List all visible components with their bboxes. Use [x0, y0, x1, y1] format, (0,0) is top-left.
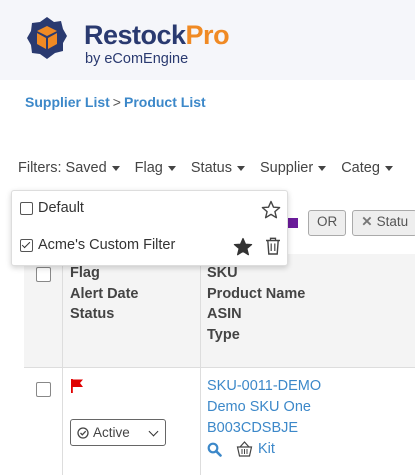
filter-status-label: Status [190, 160, 232, 176]
product-table: Flag Alert Date Status SKU Product Name … [24, 254, 415, 475]
active-filter-chips: OR ✕ Statu [280, 210, 415, 236]
asin-link[interactable]: B003CDSBJE [207, 420, 298, 436]
filter-saved-dropdown[interactable]: Filters: Saved [18, 160, 120, 176]
filter-flag-dropdown[interactable]: Flag [135, 160, 176, 176]
sku-link[interactable]: SKU-0011-DEMO [207, 378, 321, 394]
saved-filter-default-checkbox[interactable] [20, 201, 33, 215]
saved-filter-acme-label: Acme's Custom Filter [38, 237, 176, 253]
check-circle-icon [77, 426, 89, 439]
app-header: RestockPro by eComEngine [0, 0, 415, 80]
caret-down-icon [236, 165, 245, 171]
column-divider [62, 254, 63, 368]
saved-filter-acme-checkbox[interactable] [20, 238, 33, 252]
filter-saved-label: Filters: Saved [18, 160, 107, 176]
filter-category-dropdown[interactable]: Categ [341, 160, 393, 176]
filter-operator-chip[interactable]: OR [308, 210, 347, 236]
header-sku: SKU [207, 265, 238, 281]
table-header-row: Flag Alert Date Status SKU Product Name … [24, 254, 415, 368]
header-status: Status [70, 306, 115, 322]
saved-filters-dropdown: Default Acme's Custom Filter [11, 190, 288, 266]
header-flag: Flag [70, 265, 100, 281]
saved-filter-default-label: Default [38, 200, 84, 216]
column-divider [62, 368, 63, 475]
header-alert-date: Alert Date [70, 285, 139, 302]
header-sku-col[interactable]: SKU Product Name ASIN Type [207, 263, 305, 345]
breadcrumb: Supplier List > Product List [25, 94, 206, 110]
status-select-value: Active [93, 425, 130, 440]
filters-bar: Filters: Saved Flag Status Supplier Cate… [18, 160, 393, 176]
brand-name-main: Restock [84, 20, 186, 50]
filter-flag-label: Flag [134, 160, 163, 176]
row-select-checkbox[interactable] [36, 382, 51, 397]
brand-name: RestockPro [84, 20, 230, 51]
filter-supplier-label: Supplier [259, 160, 314, 176]
caret-down-icon [167, 165, 176, 171]
restockpro-logo-icon [27, 17, 67, 59]
status-filter-chip-label: Statu [376, 214, 409, 229]
header-product-name: Product Name [207, 285, 306, 302]
breadcrumb-supplier-list[interactable]: Supplier List [25, 94, 110, 110]
status-filter-chip[interactable]: ✕ Statu [352, 210, 415, 236]
header-type: Type [207, 326, 240, 343]
star-outline-icon[interactable] [261, 200, 281, 220]
filter-category-label: Categ [341, 160, 380, 176]
type-kit: Kit [236, 441, 275, 457]
star-filled-icon[interactable] [233, 237, 253, 257]
caret-down-icon [318, 165, 327, 171]
brand-name-accent: Pro [185, 20, 230, 50]
header-asin: ASIN [207, 306, 242, 322]
breadcrumb-product-list[interactable]: Product List [124, 94, 206, 110]
header-flag-col[interactable]: Flag Alert Date Status [70, 263, 139, 325]
column-divider [200, 368, 201, 475]
saved-filter-default[interactable]: Default [20, 200, 84, 216]
status-select[interactable]: Active [70, 419, 166, 446]
column-divider [200, 254, 201, 368]
saved-filter-acme[interactable]: Acme's Custom Filter [20, 237, 175, 253]
basket-icon [236, 441, 253, 457]
x-icon[interactable]: ✕ [361, 214, 372, 229]
brand-byline: by eComEngine [85, 51, 189, 67]
trash-icon[interactable] [265, 237, 281, 255]
caret-down-icon [384, 165, 393, 171]
breadcrumb-separator: > [112, 94, 121, 110]
product-name-link[interactable]: Demo SKU One [207, 399, 311, 415]
chevron-down-icon [148, 426, 159, 437]
search-icon[interactable] [207, 442, 222, 457]
select-all-checkbox[interactable] [36, 267, 51, 282]
filter-status-dropdown[interactable]: Status [191, 160, 245, 176]
row-actions: Kit [207, 441, 275, 457]
red-flag-icon[interactable] [70, 379, 84, 393]
type-label: Kit [258, 441, 275, 457]
caret-down-icon [111, 165, 120, 171]
filter-supplier-dropdown[interactable]: Supplier [259, 160, 327, 176]
